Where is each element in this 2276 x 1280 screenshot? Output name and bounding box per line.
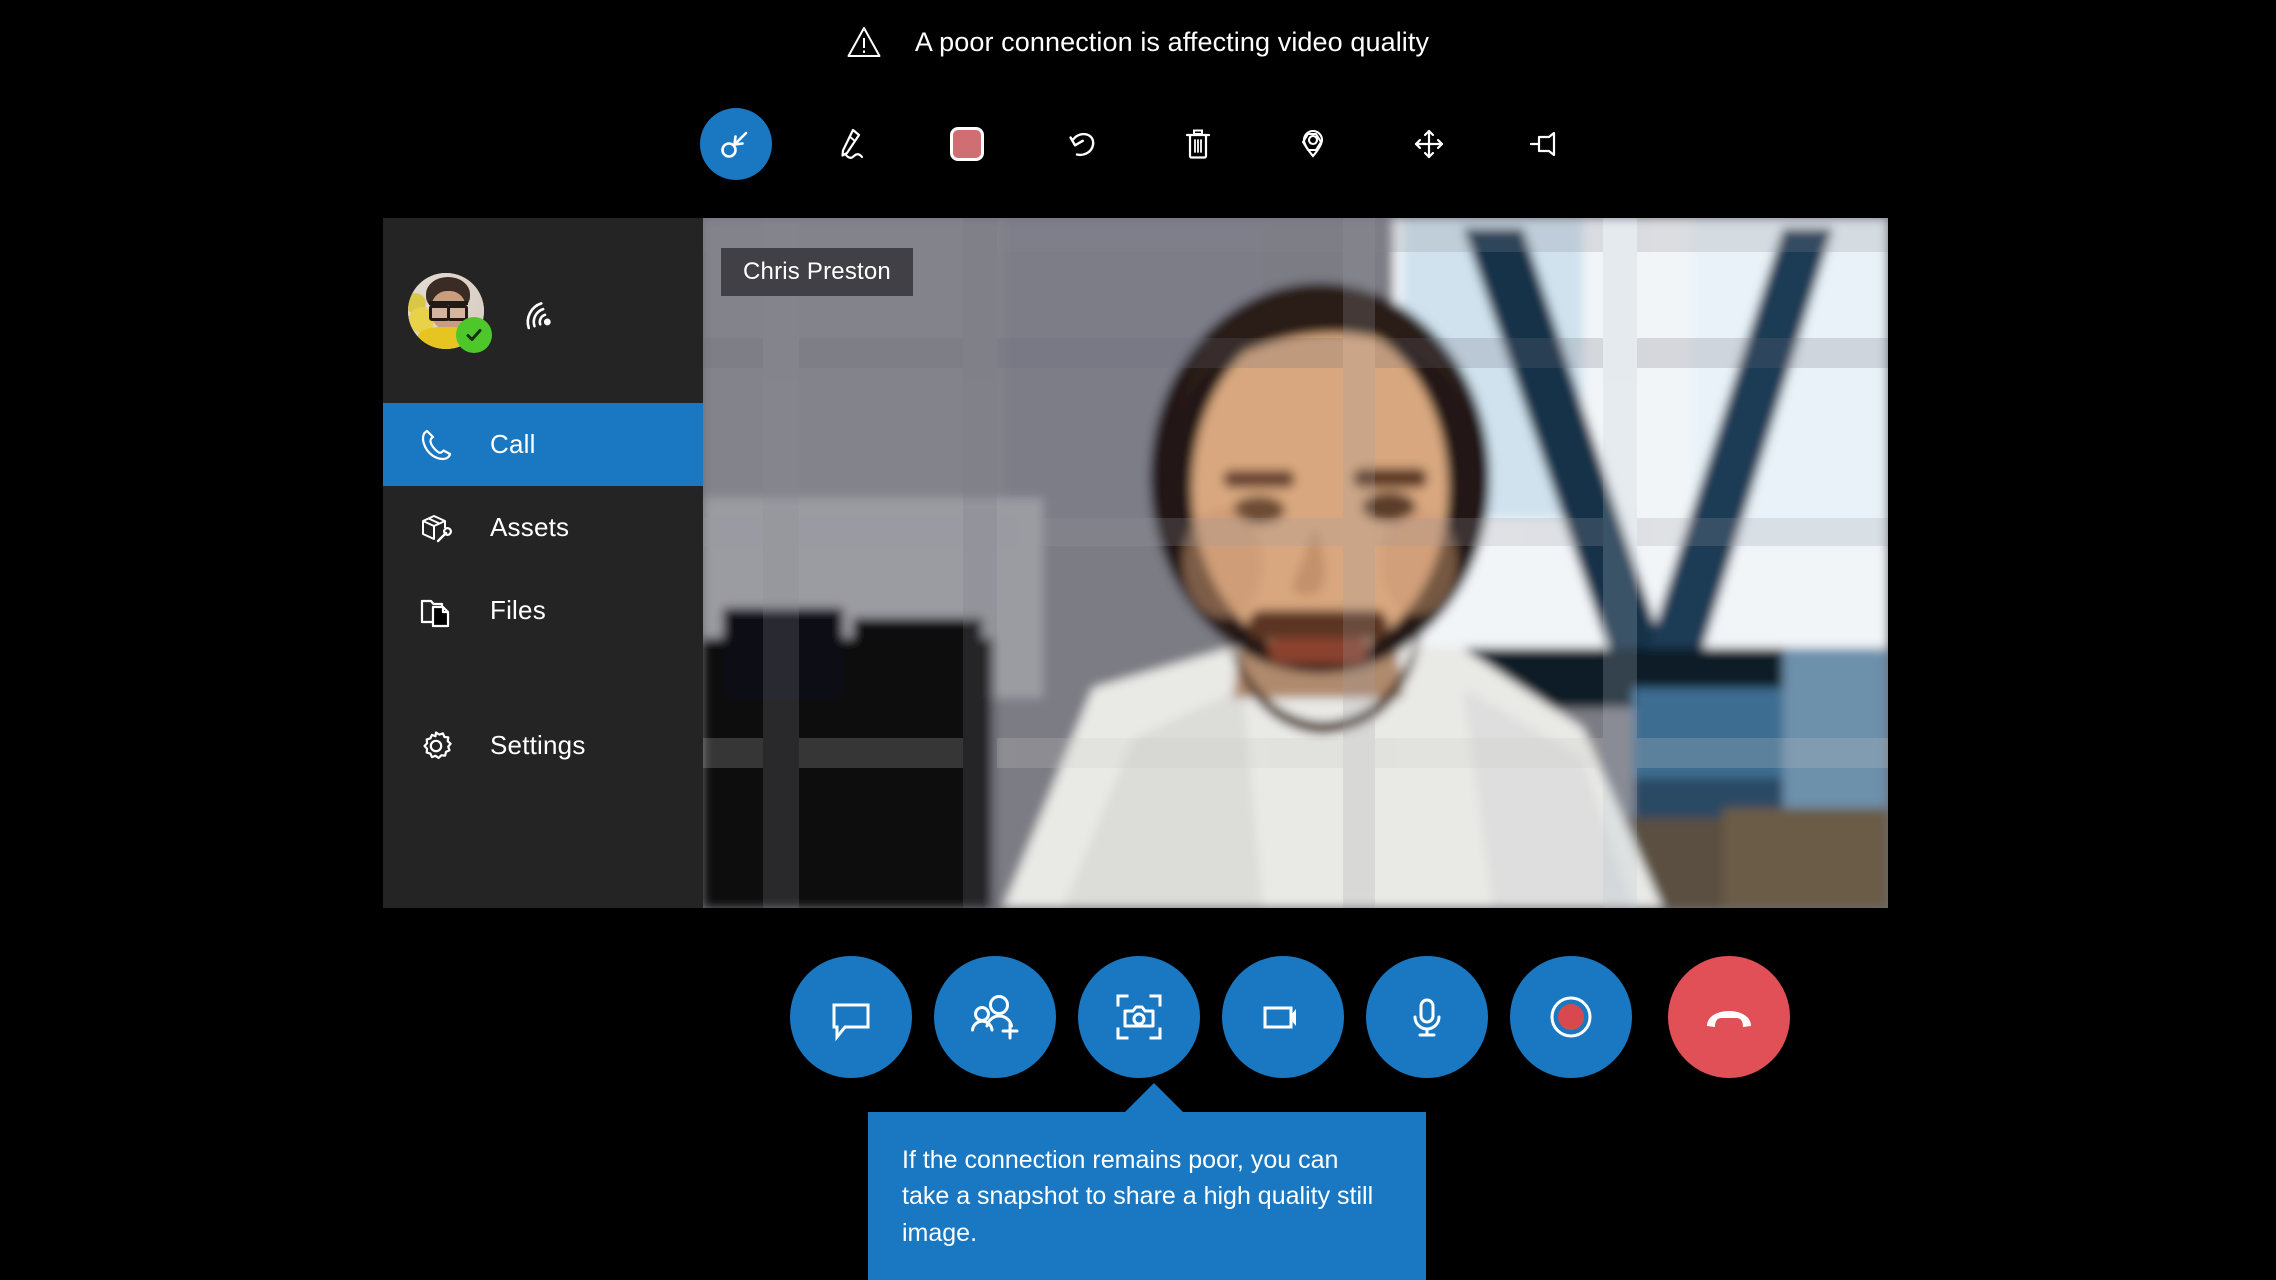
undo-icon	[1069, 132, 1095, 157]
snapshot-tooltip: If the connection remains poor, you can …	[868, 1112, 1426, 1280]
tooltip-text: If the connection remains poor, you can …	[902, 1146, 1374, 1247]
avatar-wrapper[interactable]	[408, 272, 492, 353]
place-anchor-icon	[1302, 129, 1324, 158]
remote-video-panel[interactable]: Chris Preston	[703, 218, 1888, 908]
sidebar-item-label: Files	[490, 595, 546, 625]
microphone-icon	[1413, 998, 1441, 1037]
remote-assist-call-window: A poor connection is affecting video qua…	[0, 0, 2276, 1280]
sidebar-item-assets[interactable]: Assets	[383, 486, 703, 569]
sidebar-item-label: Settings	[490, 730, 586, 760]
move-arrows-icon	[1414, 129, 1443, 159]
add-people-icon	[971, 995, 1019, 1040]
ink-pen-icon	[841, 128, 864, 159]
end-call-handset-icon	[1707, 1011, 1751, 1027]
pin-icon	[1529, 131, 1556, 157]
gear-icon	[423, 730, 452, 759]
annotation-toolbar	[700, 104, 1580, 184]
video-camera-icon	[1263, 1006, 1296, 1029]
phone-icon	[421, 429, 452, 460]
sidebar-item-label: Call	[490, 429, 536, 459]
sidebar-item-call[interactable]: Call	[383, 403, 703, 486]
snapshot-camera-icon	[1116, 994, 1162, 1040]
pin-button[interactable]	[1508, 108, 1580, 180]
tooltip-arrow	[1124, 1083, 1184, 1113]
remote-video-stream	[703, 218, 1888, 908]
files-folder-icon	[420, 599, 450, 627]
signal-strength-icon	[526, 301, 551, 329]
connection-warning-banner: A poor connection is affecting video qua…	[0, 0, 2276, 84]
video-frame-image	[703, 218, 1888, 908]
ink-pen-button[interactable]	[815, 108, 887, 180]
snapshot-button[interactable]	[1078, 956, 1200, 1078]
delete-all-button[interactable]	[1162, 108, 1234, 180]
add-participant-button[interactable]	[934, 956, 1056, 1078]
end-call-button[interactable]	[1668, 956, 1790, 1078]
sidebar-item-label: Assets	[490, 512, 570, 542]
sidebar: Call Assets Files Settings	[383, 218, 703, 908]
participant-name-tag: Chris Preston	[721, 248, 913, 296]
sidebar-nav: Call Assets Files Settings	[383, 403, 703, 787]
call-stage: Call Assets Files Settings Chris Preston	[383, 218, 1888, 908]
sidebar-item-files[interactable]: Files	[383, 569, 703, 652]
delete-trash-icon	[1185, 129, 1210, 159]
chat-button[interactable]	[790, 956, 912, 1078]
assets-box-wrench-icon	[422, 514, 453, 542]
record-button[interactable]	[1510, 956, 1632, 1078]
call-controls-bar	[790, 943, 1790, 1091]
undo-button[interactable]	[1046, 108, 1118, 180]
mute-button[interactable]	[1366, 956, 1488, 1078]
warning-triangle-icon	[847, 27, 881, 57]
color-swatch-button[interactable]	[931, 108, 1003, 180]
check-badge-icon	[456, 316, 492, 353]
record-icon	[1550, 996, 1592, 1038]
select-arrow-icon	[721, 131, 748, 158]
color-swatch-icon	[949, 127, 984, 161]
sidebar-profile	[383, 218, 703, 403]
sidebar-item-settings[interactable]: Settings	[383, 704, 703, 787]
chat-bubble-icon	[832, 1003, 870, 1042]
video-toggle-button[interactable]	[1222, 956, 1344, 1078]
connection-warning-text: A poor connection is affecting video qua…	[914, 26, 1430, 57]
move-button[interactable]	[1393, 108, 1465, 180]
select-arrow-button[interactable]	[700, 108, 772, 180]
place-anchor-button[interactable]	[1277, 108, 1349, 180]
